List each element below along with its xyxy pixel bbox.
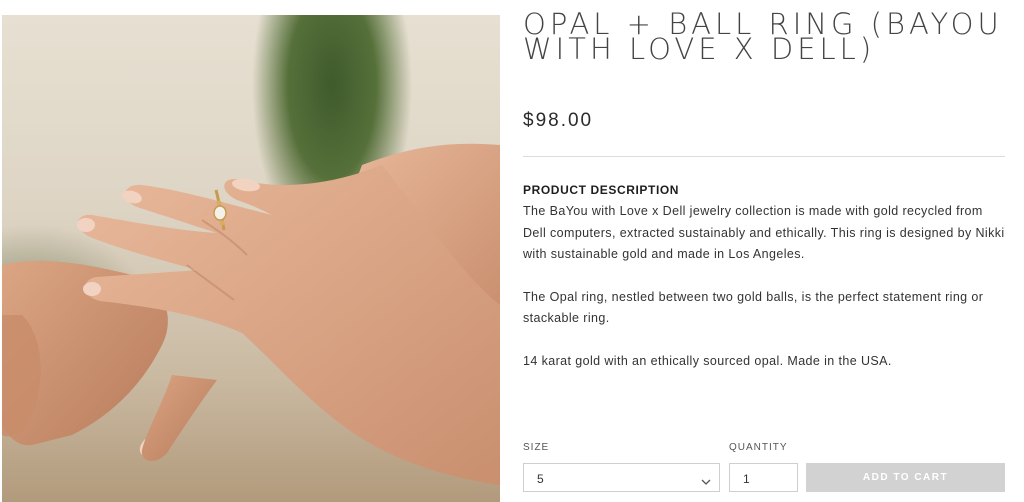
product-photo [2, 15, 500, 502]
add-to-cart-button[interactable]: ADD TO CART [806, 463, 1005, 492]
chevron-down-icon [701, 473, 711, 491]
hands-with-ring-image [2, 143, 500, 485]
product-description: The BaYou with Love x Dell jewelry colle… [523, 201, 1005, 393]
quantity-value: 1 [743, 472, 750, 486]
product-price: $98.00 [523, 110, 594, 131]
quantity-input[interactable]: 1 [729, 463, 798, 492]
size-select-value: 5 [537, 472, 544, 486]
size-label: SIZE [523, 442, 550, 453]
description-heading: PRODUCT DESCRIPTION [523, 183, 680, 197]
divider [523, 156, 1005, 157]
description-paragraph: 14 karat gold with an ethically sourced … [523, 353, 892, 368]
description-paragraph: The BaYou with Love x Dell jewelry colle… [523, 204, 1005, 261]
description-paragraph: The Opal ring, nestled between two gold … [523, 289, 984, 326]
product-title: OPAL + BALL RING (BAYOU WITH LOVE X DELL… [523, 7, 1003, 66]
quantity-label: QUANTITY [729, 442, 788, 453]
size-select[interactable]: 5 [523, 463, 720, 492]
